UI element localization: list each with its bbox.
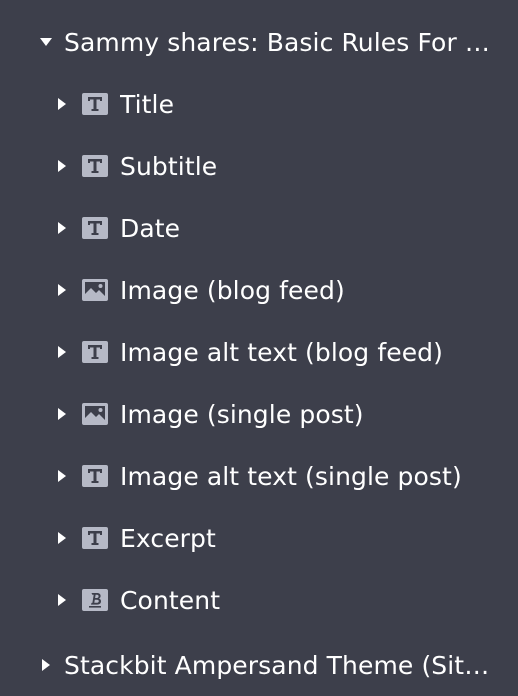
tree-node-excerpt[interactable]: Excerpt (56, 507, 496, 569)
tree-node-label: Subtitle (120, 151, 218, 181)
text-field-icon (82, 341, 108, 363)
tree-node-label: Sammy shares: Basic Rules For Bloggers (64, 27, 490, 57)
caret-down-icon[interactable] (40, 36, 52, 48)
caret-right-icon[interactable] (56, 160, 68, 172)
tree-node-label: Image (single post) (120, 399, 364, 429)
tree-node-title[interactable]: Title (56, 73, 496, 135)
tree-node-image-blog-feed[interactable]: Image (blog feed) (56, 259, 496, 321)
tree-node-date[interactable]: Date (56, 197, 496, 259)
text-field-icon (82, 527, 108, 549)
caret-right-icon[interactable] (40, 659, 52, 671)
tree-node-image-alt-blog-feed[interactable]: Image alt text (blog feed) (56, 321, 496, 383)
caret-right-icon[interactable] (56, 98, 68, 110)
tree-node-label: Title (120, 89, 175, 119)
tree-node-image-alt-single-post[interactable]: Image alt text (single post) (56, 445, 496, 507)
image-field-icon (82, 279, 108, 301)
caret-right-icon[interactable] (56, 222, 68, 234)
content-tree: Sammy shares: Basic Rules For Bloggers T… (0, 0, 518, 696)
caret-right-icon[interactable] (56, 408, 68, 420)
text-field-icon (82, 93, 108, 115)
tree-node-label: Content (120, 585, 221, 615)
text-field-icon (82, 217, 108, 239)
tree-node-label: Image alt text (single post) (120, 461, 462, 491)
tree-node-label: Date (120, 213, 181, 243)
markdown-field-icon (82, 589, 108, 611)
caret-right-icon[interactable] (56, 470, 68, 482)
tree-node-label: Image (blog feed) (120, 275, 345, 305)
caret-right-icon[interactable] (56, 284, 68, 296)
caret-right-icon[interactable] (56, 532, 68, 544)
tree-node-subtitle[interactable]: Subtitle (56, 135, 496, 197)
caret-right-icon[interactable] (56, 594, 68, 606)
text-field-icon (82, 465, 108, 487)
tree-node-content[interactable]: Content (56, 569, 496, 631)
text-field-icon (82, 155, 108, 177)
tree-node-root[interactable]: Sammy shares: Basic Rules For Bloggers (40, 11, 492, 73)
tree-node-site-settings[interactable]: Stackbit Ampersand Theme (Site Settings) (40, 634, 492, 696)
tree-node-image-single-post[interactable]: Image (single post) (56, 383, 496, 445)
tree-node-label: Excerpt (120, 523, 216, 553)
image-field-icon (82, 403, 108, 425)
tree-node-label: Image alt text (blog feed) (120, 337, 444, 367)
tree-node-label: Stackbit Ampersand Theme (Site Settings) (64, 650, 490, 680)
caret-right-icon[interactable] (56, 346, 68, 358)
